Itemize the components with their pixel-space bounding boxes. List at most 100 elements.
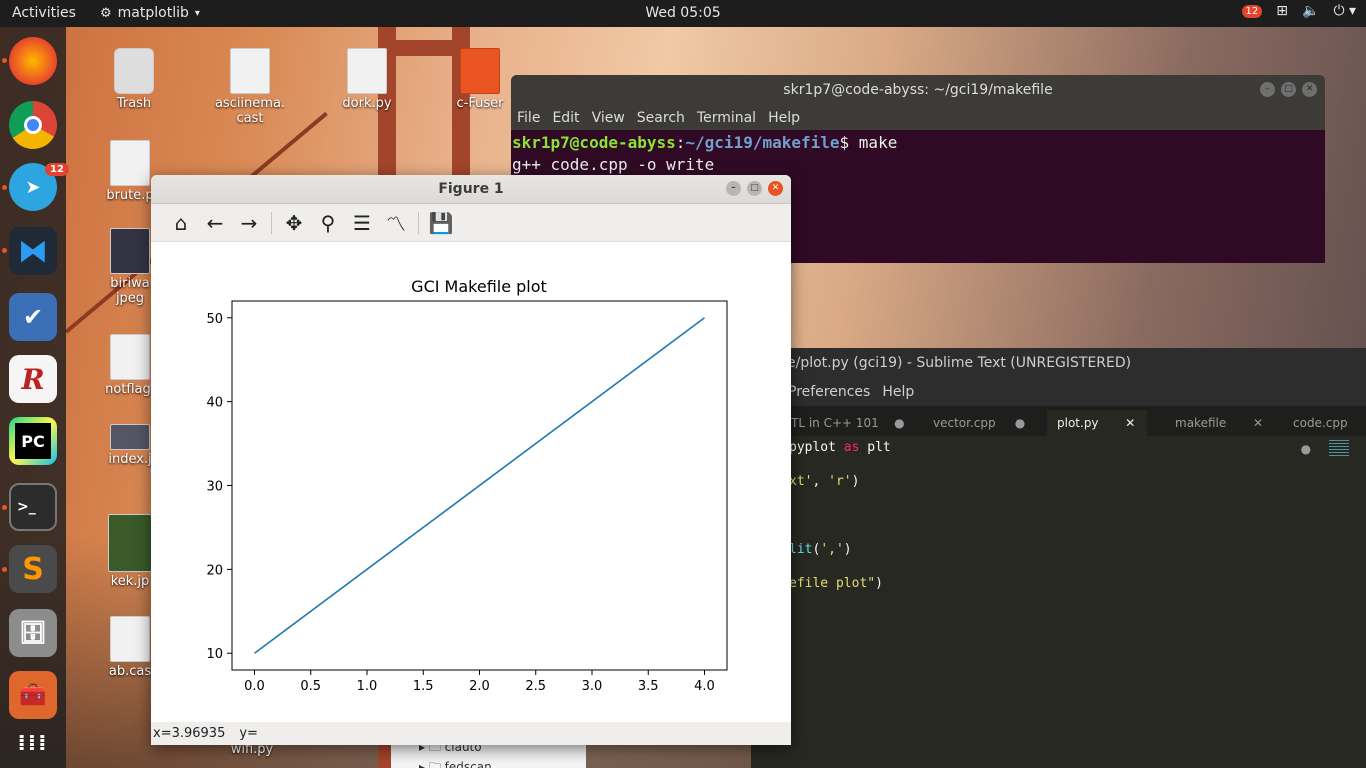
x-tick-label: 3.5 (638, 679, 659, 694)
code-text: ) (851, 474, 860, 489)
show-apps-icon[interactable]: ⁞⁞⁞ (9, 719, 57, 767)
x-tick-label: 0.0 (244, 679, 265, 694)
x-tick-label: 0.5 (300, 679, 321, 694)
terminal-titlebar[interactable]: skr1p7@code-abyss: ~/gci19/makefile – □ … (511, 75, 1325, 105)
series-line (254, 317, 705, 654)
maximize-button[interactable]: □ (747, 181, 762, 196)
figure-toolbar: ⌂ ← → ✥ ⚲ ☰ 〽 💾 (151, 204, 791, 242)
x-tick-label: 3.0 (582, 679, 603, 694)
zoom-icon[interactable]: ⚲ (312, 208, 344, 238)
running-indicator (2, 567, 7, 572)
desktop-icon-label: biriwa jpeg (110, 276, 150, 306)
menu-view[interactable]: View (592, 110, 625, 126)
firefox-icon[interactable] (9, 37, 57, 85)
vscode-icon[interactable]: ⧓ (9, 227, 57, 275)
desktop-icon-label: index.j (108, 452, 152, 467)
tab-code[interactable]: code.cpp ● (1283, 410, 1366, 456)
files-icon[interactable]: 🗄 (9, 609, 57, 657)
app-menu[interactable]: ⚙ matplotlib ▾ (100, 5, 200, 21)
save-icon[interactable]: 💾 (425, 208, 457, 238)
forward-icon[interactable]: → (233, 208, 265, 238)
close-icon[interactable]: ✕ (1125, 416, 1135, 430)
minimize-button[interactable]: – (726, 181, 741, 196)
cursor-x-readout: x=3.96935 (153, 726, 226, 741)
folder-label: fedscan (444, 760, 492, 768)
x-tick-label: 4.0 (694, 679, 715, 694)
menu-help[interactable]: Help (768, 110, 800, 126)
tab-label: vector.cpp (933, 416, 996, 430)
image-file-icon (110, 228, 150, 274)
running-indicator (2, 505, 7, 510)
x-tick-label: 2.0 (469, 679, 490, 694)
desktop-icon-asciinema[interactable]: asciinema. cast (210, 48, 290, 126)
menu-file[interactable]: File (517, 110, 540, 126)
desktop-icon-label: ab.cas (108, 664, 152, 679)
x-tick-label: 1.5 (413, 679, 434, 694)
pan-icon[interactable]: ✥ (278, 208, 310, 238)
tab-label: TL in C++ 101 (791, 416, 879, 430)
terminal-icon[interactable]: >_ (9, 483, 57, 531)
code-text: ) (875, 576, 883, 591)
close-button[interactable]: ✕ (768, 181, 783, 196)
clock[interactable]: Wed 05:05 (645, 5, 720, 21)
tab-plot[interactable]: plot.py ✕ (1047, 410, 1147, 436)
folder-item-fedscan[interactable]: ▸ 🗀 fedscan (419, 758, 492, 768)
code-string: 'r' (828, 474, 852, 489)
figure-titlebar[interactable]: Figure 1 – □ ✕ (151, 175, 791, 204)
terminal-menubar: File Edit View Search Terminal Help (511, 105, 1325, 130)
tab-vector[interactable]: vector.cpp ● (923, 410, 1035, 436)
configure-subplots-icon[interactable]: ☰ (346, 208, 378, 238)
close-icon[interactable]: ✕ (1253, 416, 1263, 430)
edit-axes-icon[interactable]: 〽 (380, 208, 412, 238)
menu-search[interactable]: Search (637, 110, 685, 126)
image-file-icon (110, 424, 150, 450)
desktop-icon-trash[interactable]: Trash (94, 48, 174, 111)
network-icon[interactable]: ⊞ (1276, 3, 1288, 19)
volume-icon[interactable]: 🔈 (1302, 3, 1319, 19)
figure-canvas[interactable]: GCI Makefile plot 0.0 0.5 1.0 1.5 2.0 2.5 3.0 3… (151, 242, 791, 722)
desktop-icon-label: kek.jp (110, 574, 150, 589)
minimap[interactable] (1329, 440, 1349, 458)
menu-preferences[interactable]: Preferences (788, 378, 870, 406)
desktop-icon-label: c-Fuser (456, 96, 504, 111)
tab-makefile[interactable]: makefile ✕ (1165, 410, 1273, 436)
python-file-icon (110, 140, 150, 186)
toolbox-icon[interactable]: 🧰 (9, 671, 57, 719)
maximize-button[interactable]: □ (1281, 82, 1296, 97)
code-string: xt' (789, 474, 813, 489)
terminal-output[interactable]: skr1p7@code-abyss:~/gci19/makefile$ make… (511, 130, 1325, 178)
command-output: g++ code.cpp -o write (512, 155, 715, 174)
tab-stl[interactable]: TL in C++ 101 ● (781, 410, 915, 436)
close-button[interactable]: ✕ (1302, 82, 1317, 97)
code-function: lit (789, 542, 813, 557)
menu-edit[interactable]: Edit (552, 110, 579, 126)
desktop-icon-c-fuser[interactable]: c-Fuser (440, 48, 520, 111)
sublime-titlebar[interactable]: e/plot.py (gci19) - Sublime Text (UNREGI… (751, 348, 1366, 378)
figure-window[interactable]: Figure 1 – □ ✕ ⌂ ← → ✥ ⚲ ☰ 〽 💾 GCI Makef… (151, 175, 791, 745)
running-indicator (2, 185, 7, 190)
activities-button[interactable]: Activities (12, 5, 76, 21)
code-text: , (812, 474, 829, 489)
back-icon[interactable]: ← (199, 208, 231, 238)
minimize-button[interactable]: – (1260, 82, 1275, 97)
python-file-icon (347, 48, 387, 94)
chrome-icon[interactable] (9, 101, 57, 149)
line-chart[interactable]: GCI Makefile plot 0.0 0.5 1.0 1.5 2.0 2.5 3.0 3… (151, 242, 791, 722)
rstudio-icon[interactable]: R (9, 355, 57, 403)
menu-help[interactable]: Help (882, 378, 914, 406)
desktop-icon-label: asciinema. cast (214, 96, 286, 126)
code-text: ) (843, 542, 852, 557)
pycharm-icon[interactable]: PC (9, 417, 57, 465)
home-icon[interactable]: ⌂ (165, 208, 197, 238)
telegram-icon[interactable]: ➤ 12 (9, 163, 69, 211)
y-tick-label: 50 (206, 312, 223, 327)
power-icon[interactable]: ⏻ ▾ (1333, 3, 1356, 19)
sublime-tabbar: TL in C++ 101 ● vector.cpp ● plot.py ✕ m… (751, 406, 1366, 456)
menu-terminal[interactable]: Terminal (697, 110, 756, 126)
sublime-window[interactable]: e/plot.py (gci19) - Sublime Text (UNREGI… (751, 348, 1366, 768)
tasks-icon[interactable]: ✔ (9, 293, 57, 341)
chart-title: GCI Makefile plot (411, 277, 547, 296)
desktop-icon-dork[interactable]: dork.py (327, 48, 407, 111)
sublime-icon[interactable]: S (9, 545, 57, 593)
notification-badge[interactable]: 12 (1241, 4, 1263, 18)
